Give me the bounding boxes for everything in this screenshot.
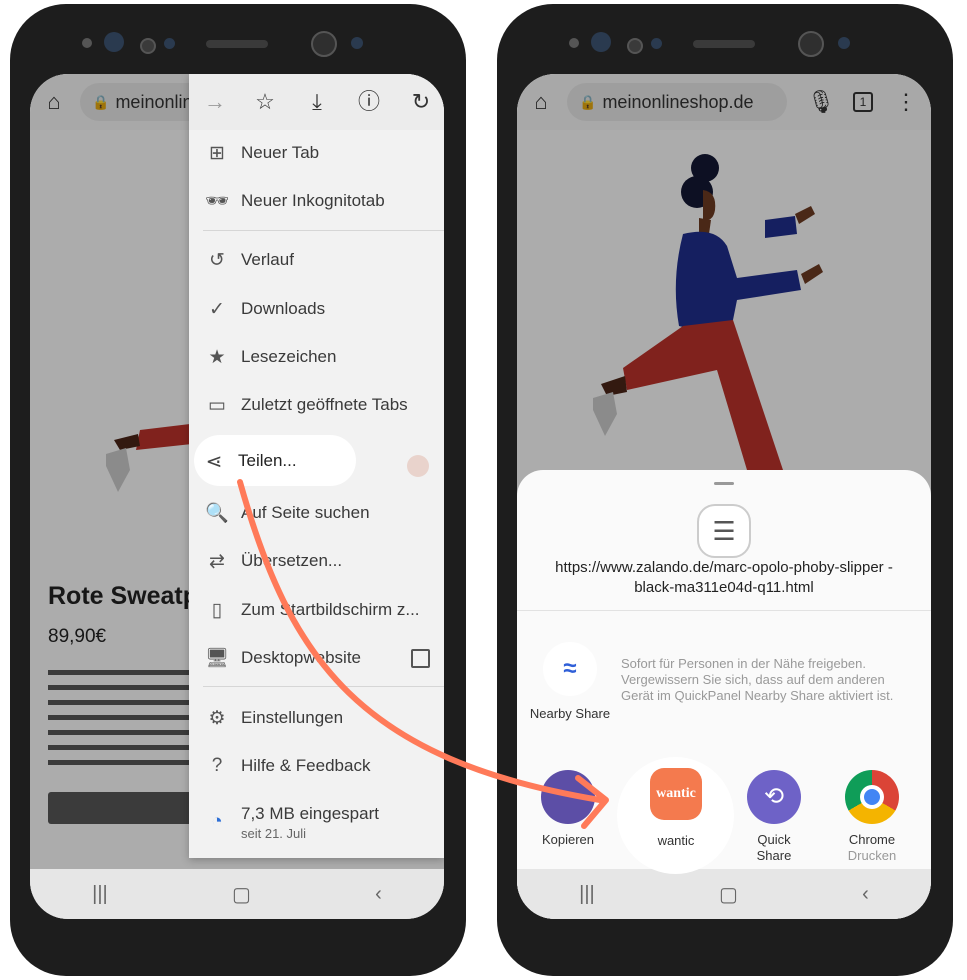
flow-arrow [237, 479, 609, 829]
